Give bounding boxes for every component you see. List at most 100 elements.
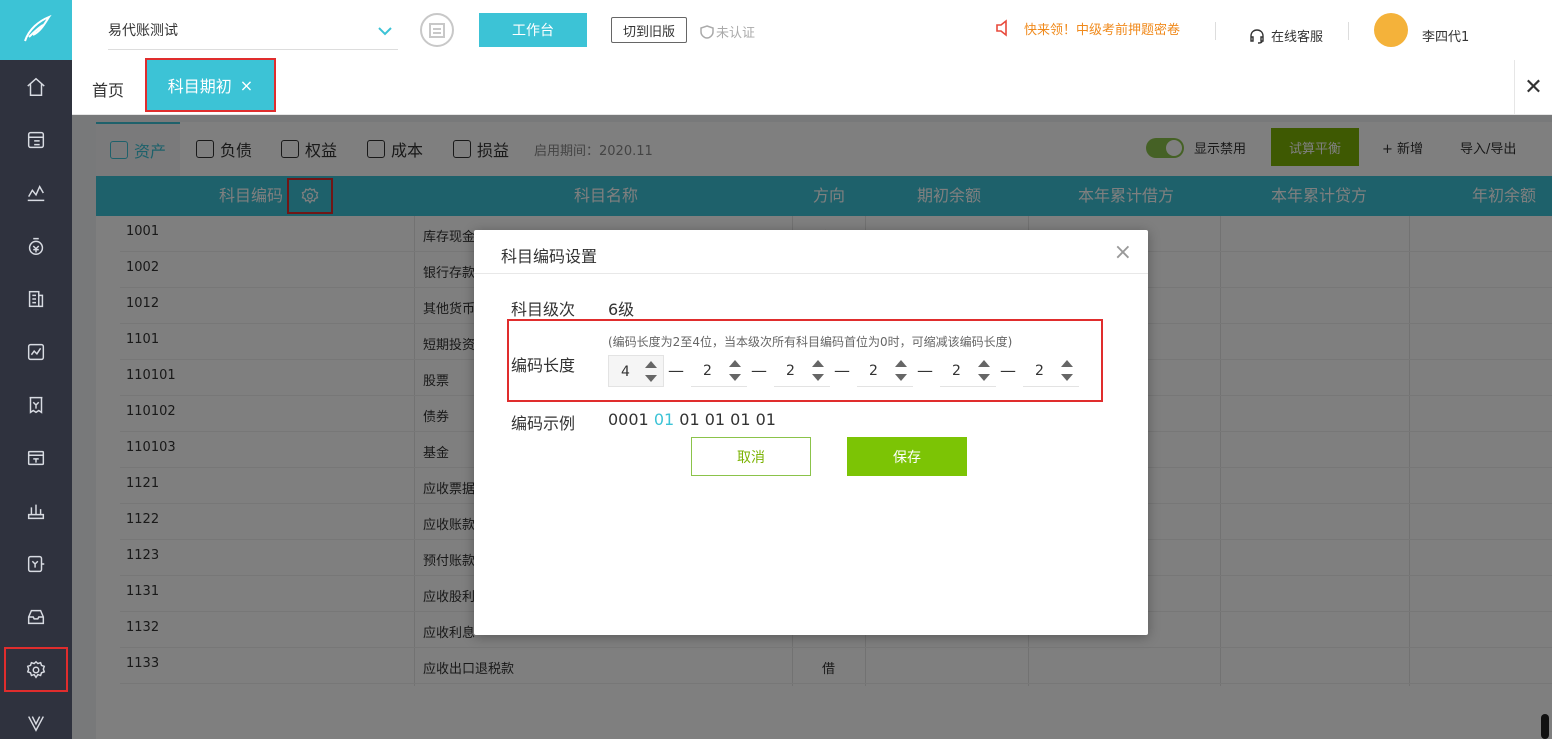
arrow-down-icon[interactable] [729,374,741,381]
code-example: 0001 01 01 01 01 01 [608,410,776,429]
arrow-down-icon[interactable] [1061,374,1073,381]
certification-status[interactable]: 未认证 [700,22,755,41]
online-service[interactable]: 在线客服 [1249,26,1323,45]
tab-close-icon[interactable]: × [240,76,253,95]
arrow-up-icon[interactable] [895,360,907,367]
level-6-length-stepper[interactable]: 2 [1023,355,1079,387]
workbench-button[interactable]: 工作台 [479,13,587,47]
ledger-icon [28,290,44,307]
nav-tax[interactable] [0,537,72,590]
level-value: 6级 [608,300,635,319]
arrow-down-icon[interactable] [895,374,907,381]
home-icon [27,77,45,96]
archive-icon [27,609,45,624]
stepper-value: 4 [621,364,630,380]
stepper-value: 2 [786,363,795,379]
divider [1215,22,1216,40]
tab-subject-opening[interactable]: 科目期初 × [145,58,276,112]
example-head: 0001 [608,410,654,429]
invoice-icon [29,396,43,414]
dialog-header: 科目编码设置 × [474,230,1148,274]
scrollbar[interactable] [1541,714,1549,739]
example-tail: 01 01 01 01 [674,410,776,429]
close-all-tabs-icon[interactable]: ✕ [1514,60,1552,115]
level-5-length-stepper[interactable]: 2 [940,355,996,387]
tab-bar: 首页 科目期初 × ✕ [72,58,1552,115]
cert-label: 未认证 [716,26,756,41]
nav-money[interactable] [0,219,72,272]
nav-voucher[interactable] [0,113,72,166]
nav-archive[interactable] [0,590,72,643]
company-select[interactable]: 易代账测试 [108,14,398,50]
arrow-down-icon[interactable] [978,374,990,381]
level-4-length-stepper[interactable]: 2 [857,355,913,387]
calendar-icon[interactable] [420,13,454,47]
arrow-down-icon[interactable] [645,375,657,382]
dialog-title: 科目编码设置 [501,247,598,266]
avatar[interactable] [1374,13,1408,47]
level-label: 科目级次 [511,300,576,319]
save-button[interactable]: 保存 [847,437,967,476]
level-2-length-stepper[interactable]: 2 [691,355,747,387]
nav-assets[interactable] [0,431,72,484]
stepper-value: 2 [952,363,961,379]
arrow-down-icon[interactable] [812,374,824,381]
promo-text: 快来领！中级考前押题密卷 [1024,22,1181,38]
salary-icon [27,504,45,519]
tab-label: 科目期初 [167,77,232,96]
top-header: 易代账测试 工作台 切到旧版 未认证 快来领！中级考前押题密卷 在线客服 李四代… [72,0,1552,60]
code-length-label: 编码长度 [511,356,576,375]
nav-analysis[interactable] [0,325,72,378]
stepper-value: 2 [869,363,878,379]
service-label: 在线客服 [1271,30,1324,45]
separator-dash: — [917,361,933,380]
voucher-icon [27,131,45,148]
nav-report[interactable] [0,166,72,219]
tax-icon [27,555,45,572]
separator-dash: — [1000,361,1016,380]
feather-logo-icon [24,14,52,42]
arrow-up-icon[interactable] [978,360,990,367]
arrow-up-icon[interactable] [645,361,657,368]
nav-home[interactable] [0,60,72,113]
report-icon [27,184,45,201]
arrow-up-icon[interactable] [1061,360,1073,367]
shield-icon [700,24,714,39]
promo-link[interactable]: 快来领！中级考前押题密卷 [994,18,1180,38]
cancel-button[interactable]: 取消 [691,437,811,476]
stepper-value: 2 [1035,363,1044,379]
speaker-icon [996,19,1007,37]
arrow-up-icon[interactable] [729,360,741,367]
company-name: 易代账测试 [108,23,178,39]
nav-salary[interactable] [0,484,72,537]
level-1-length-stepper[interactable]: 4 [608,355,664,387]
username[interactable]: 李四代1 [1422,26,1469,45]
close-icon[interactable]: × [1114,240,1132,265]
divider [1348,22,1349,40]
sidebar [0,0,72,739]
nav-settings[interactable] [0,643,72,696]
level-3-length-stepper[interactable]: 2 [774,355,830,387]
separator-dash: — [834,361,850,380]
nav-ledger[interactable] [0,272,72,325]
analysis-icon [27,343,45,360]
assets-icon [27,450,45,465]
v-icon [28,715,44,732]
code-settings-dialog: 科目编码设置 × 科目级次 6级 编码长度 (编码长度为2至4位，当本级次所有科… [474,230,1148,635]
settings-icon [26,660,46,679]
arrow-up-icon[interactable] [812,360,824,367]
example-label: 编码示例 [511,414,576,433]
tab-home[interactable]: 首页 [92,77,124,101]
money-icon [28,237,44,255]
logo[interactable] [0,0,72,60]
nav-vip[interactable] [0,696,72,739]
stepper-value: 2 [703,363,712,379]
separator-dash: — [751,361,767,380]
chevron-down-icon [378,27,392,36]
nav-invoice[interactable] [0,378,72,431]
headset-icon [1250,28,1264,44]
separator-dash: — [668,361,684,380]
switch-old-version-button[interactable]: 切到旧版 [611,17,687,43]
code-length-hint: (编码长度为2至4位，当本级次所有科目编码首位为0时，可缩减该编码长度) [608,335,1013,349]
example-highlight: 01 [653,410,675,429]
